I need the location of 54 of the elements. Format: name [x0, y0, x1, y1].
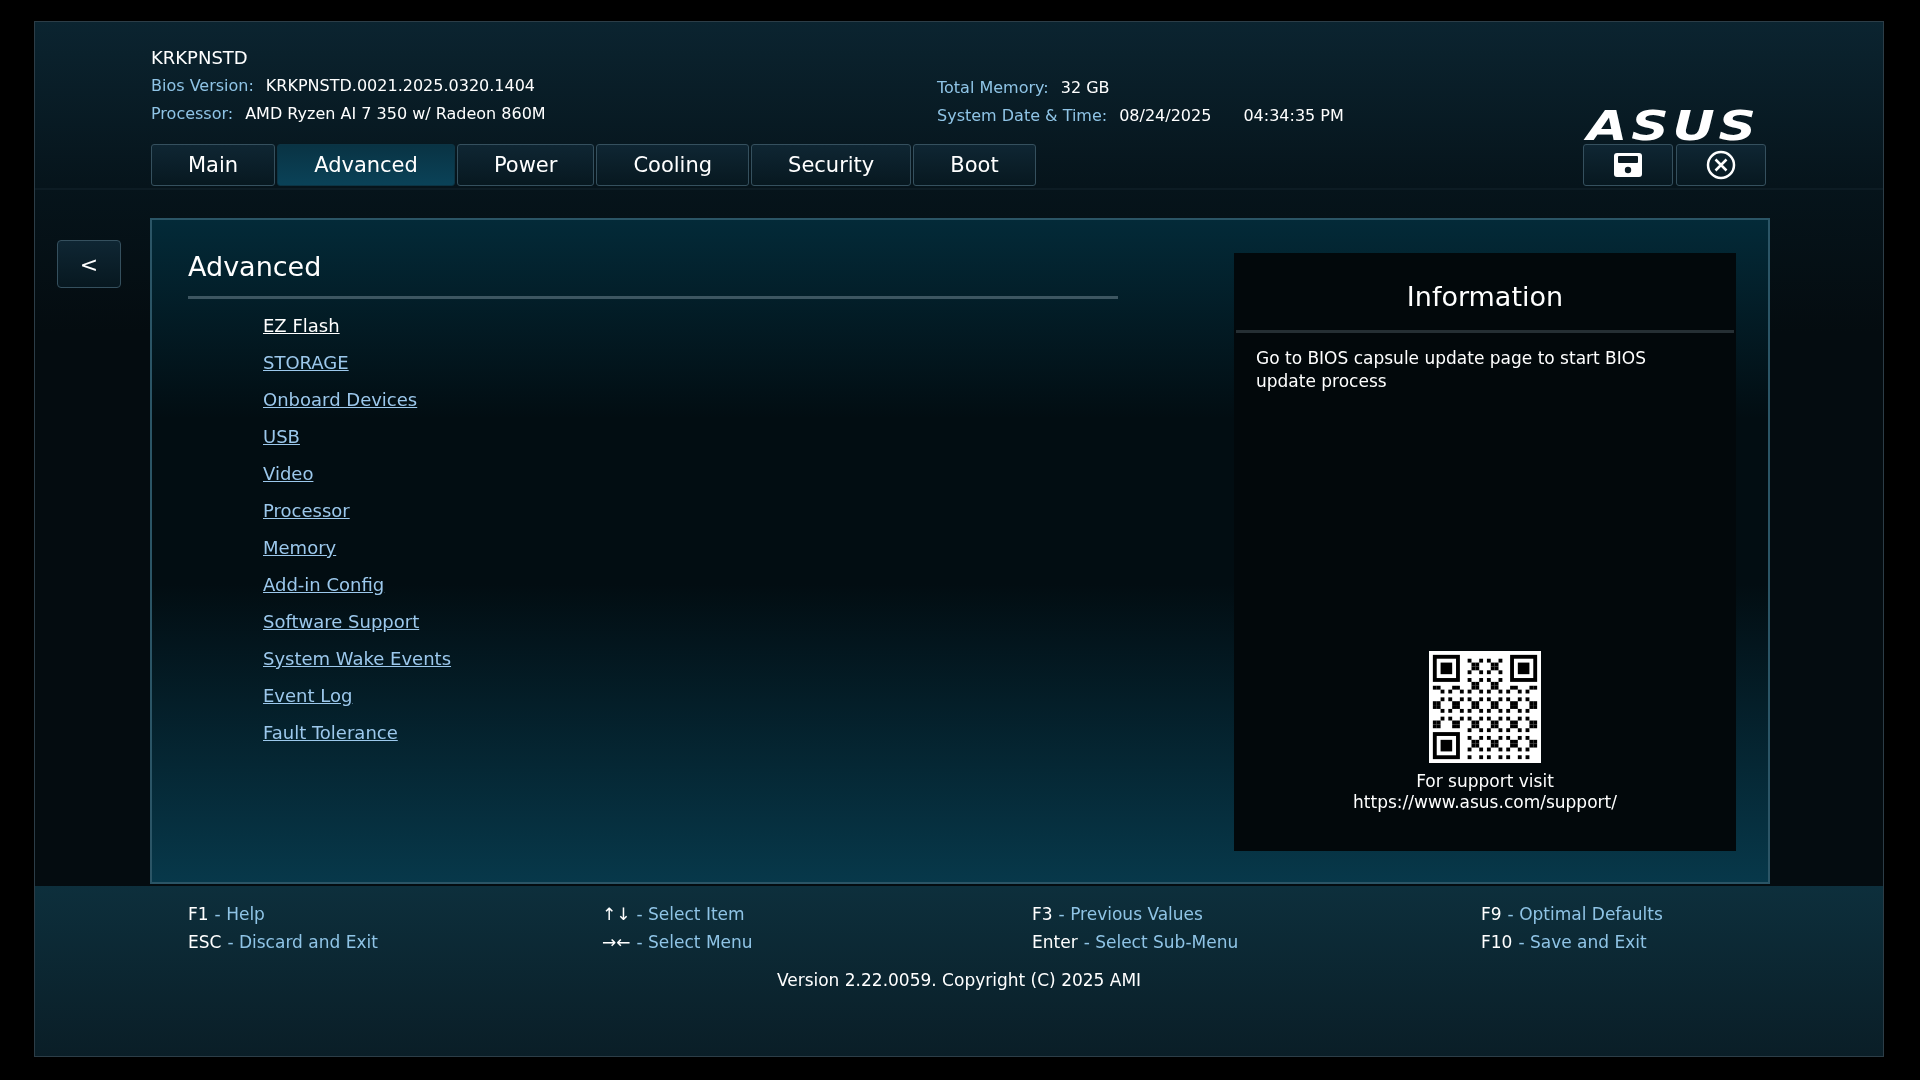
info-value: AMD Ryzen AI 7 350 w/ Radeon 860M	[245, 103, 546, 125]
menu-link[interactable]: Add-in Config	[263, 566, 385, 603]
page-title: Advanced	[188, 250, 1118, 299]
menu-link[interactable]: Software Support	[263, 603, 420, 640]
tab[interactable]: Advanced	[277, 144, 455, 186]
menu-link[interactable]: Onboard Devices	[263, 381, 418, 418]
key-action: - Save and Exit	[1518, 931, 1647, 954]
key-action: - Optimal Defaults	[1507, 903, 1663, 926]
key-label: F10	[1481, 931, 1513, 954]
key-action: - Select Sub-Menu	[1083, 931, 1239, 954]
version-text: Version 2.22.0059. Copyright (C) 2025 AMI	[775, 970, 1143, 990]
key-action: - Help	[214, 903, 265, 926]
info-value: 32 GB	[1060, 77, 1110, 99]
info-label: Total Memory:	[937, 77, 1049, 99]
close-icon	[1706, 150, 1736, 180]
info-label: Processor:	[151, 103, 234, 125]
back-button[interactable]: <	[57, 240, 121, 288]
key-action: - Select Item	[636, 903, 745, 926]
tab[interactable]: Power	[456, 144, 595, 186]
info-label: System Date & Time:	[937, 105, 1108, 127]
key-action: - Discard and Exit	[227, 931, 378, 954]
key-action: - Select Menu	[636, 931, 753, 954]
key-action: - Previous Values	[1058, 903, 1203, 926]
information-title: Information	[1236, 253, 1734, 333]
menu-link[interactable]: Event Log	[263, 677, 353, 714]
model-name: KRKPNSTD	[151, 46, 249, 70]
key-label: F1	[188, 903, 209, 926]
menu-link[interactable]: USB	[263, 418, 300, 455]
date-value: 08/24/2025	[1119, 105, 1212, 127]
menu-link[interactable]: STORAGE	[263, 344, 349, 381]
save-button[interactable]	[1583, 144, 1673, 186]
tab[interactable]: Boot	[913, 144, 1036, 186]
tab[interactable]: Security	[751, 144, 912, 186]
key-label: Enter	[1032, 931, 1078, 954]
information-text: Go to BIOS capsule update page to start BIOS update process	[1255, 347, 1647, 393]
exit-button[interactable]	[1676, 144, 1766, 186]
menu-link[interactable]: Memory	[263, 529, 337, 566]
key-label: F9	[1481, 903, 1502, 926]
menu-link[interactable]: System Wake Events	[263, 640, 452, 677]
menu-link[interactable]: Fault Tolerance	[263, 714, 398, 751]
menu-link[interactable]: Video	[263, 455, 314, 492]
tab[interactable]: Main	[151, 144, 276, 186]
info-label: Bios Version:	[151, 75, 254, 97]
support-text: For support visit	[1415, 771, 1555, 792]
menu-link[interactable]: Processor	[263, 492, 350, 529]
support-text: https://www.asus.com/support/	[1353, 792, 1617, 813]
key-label: F3	[1032, 903, 1053, 926]
info-value: KRKPNSTD.0021.2025.0320.1404	[265, 75, 536, 97]
key-label: ESC	[188, 931, 222, 954]
tab[interactable]: Cooling	[596, 144, 750, 186]
key-label: →←	[602, 931, 631, 954]
menu-link[interactable]: EZ Flash	[263, 307, 340, 344]
time-value: 04:34:35 PM	[1243, 105, 1344, 127]
key-label: ↑↓	[602, 903, 631, 926]
